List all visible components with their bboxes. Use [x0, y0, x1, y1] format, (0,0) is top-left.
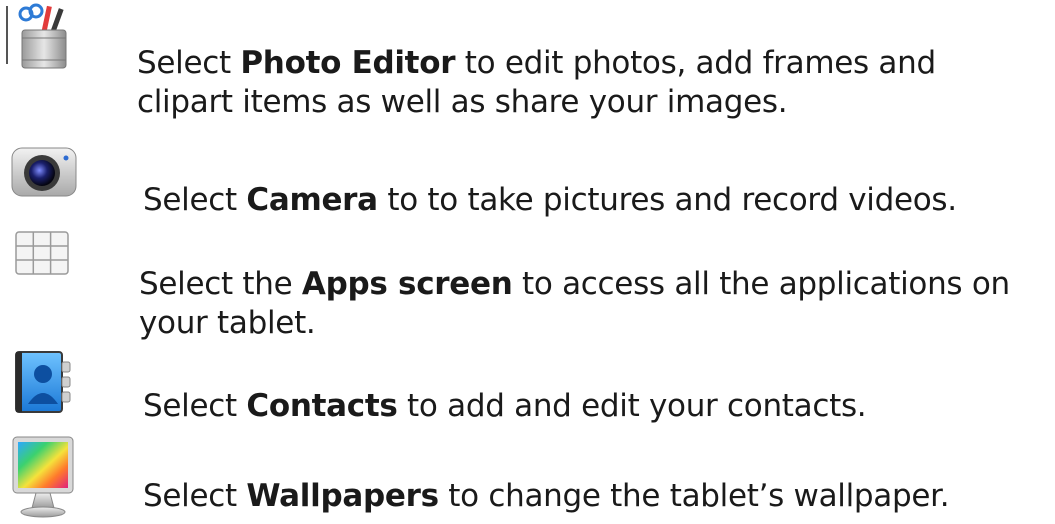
contacts-icon [15, 351, 71, 413]
apps-screen-text: Select the Apps screen to access all the… [139, 266, 1010, 341]
photo-editor-icon [18, 3, 67, 69]
photo-editor-text: Select Photo Editor to edit photos, add … [137, 45, 936, 120]
camera-label: Camera [246, 182, 378, 218]
wallpapers-label: Wallpapers [246, 478, 439, 514]
camera-text: Select Camera to to take pictures and re… [143, 182, 957, 218]
apps-screen-label: Apps screen [301, 266, 513, 302]
contacts-text: Select Contacts to add and edit your con… [143, 388, 867, 424]
camera-icon [11, 147, 77, 197]
apps-grid-icon [15, 231, 69, 275]
wallpapers-icon [12, 436, 74, 518]
contacts-label: Contacts [246, 388, 398, 424]
photo-editor-label: Photo Editor [240, 45, 456, 81]
wallpapers-text: Select Wallpapers to change the tablet’s… [143, 478, 950, 514]
margin-line [6, 6, 8, 64]
